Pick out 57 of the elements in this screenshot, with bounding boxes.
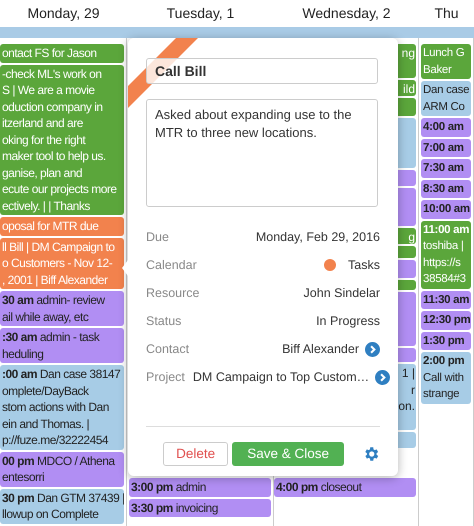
- event-block[interactable]: 12:30 pm: [421, 311, 471, 330]
- event-text: 1:30 pm: [423, 334, 464, 346]
- event-text: 8:30 am: [423, 182, 464, 194]
- event-text: ll Bill | DM Campaign to o Customers - Nov 12- , 2001 | Biff Alexander: [2, 240, 114, 286]
- event-block[interactable]: :30 am admin - task heduling: [0, 328, 124, 363]
- event-block[interactable]: 7:30 am: [421, 159, 471, 178]
- event-text: 4:00 am: [423, 121, 464, 133]
- event-text: 3:30 pm invoicing: [131, 500, 218, 514]
- field-label: Resource: [146, 284, 200, 302]
- field-value[interactable]: Biff Alexander: [282, 340, 359, 358]
- event-text: 1 | r on.: [398, 366, 415, 413]
- event-block[interactable]: 8:30 am: [421, 180, 471, 198]
- field-value: Tasks: [348, 256, 380, 274]
- event-block[interactable]: 00 pm MDCO / Athena entesorri: [0, 452, 124, 486]
- field-value[interactable]: DM Campaign to Top Custom…: [192, 368, 370, 386]
- event-block[interactable]: 1:30 pm: [421, 332, 471, 350]
- day-header: Thu: [434, 4, 459, 23]
- field-value: Monday, Feb 29, 2016: [256, 228, 380, 246]
- event-text: ontact FS for Jason: [2, 46, 97, 60]
- event-block[interactable]: 3:30 pm invoicing: [129, 498, 271, 517]
- notes-field[interactable]: Asked about expanding use to the MTR to three new locations.: [146, 99, 378, 207]
- event-text: 4:00 pm closeout: [276, 480, 362, 494]
- field-label: Status: [146, 312, 182, 330]
- event-text: 12:30 pm: [423, 314, 470, 326]
- event-text: 10:00 am: [423, 203, 470, 215]
- day-header: Tuesday, 1: [166, 4, 234, 23]
- event-text: 7:30 am: [423, 162, 464, 174]
- event-text: 00 pm MDCO / Athena entesorri: [2, 454, 115, 484]
- event-text: oposal for MTR due: [2, 219, 98, 233]
- field-label: Project: [146, 368, 185, 386]
- field-label: Due: [146, 228, 169, 246]
- event-block[interactable]: 11:30 am: [421, 290, 471, 309]
- event-text: 2:00 pm Call with strange: [423, 355, 464, 400]
- event-block[interactable]: 7:00 am: [421, 138, 471, 157]
- field-label: Contact: [146, 340, 190, 358]
- event-text: :30 am admin - task heduling: [2, 330, 100, 360]
- chevron-right-icon[interactable]: [375, 370, 390, 384]
- event-block[interactable]: 2:00 pm Call with strange: [421, 352, 471, 404]
- chevron-right-icon[interactable]: [365, 342, 380, 356]
- delete-button[interactable]: Delete: [163, 442, 228, 466]
- event-text: Lunch G Baker: [423, 47, 464, 76]
- day-header: Wednesday, 2: [302, 4, 391, 23]
- event-text: 3:00 pm admin: [131, 480, 206, 494]
- event-text: 7:00 am: [423, 142, 464, 154]
- event-text: ild: [402, 82, 415, 96]
- event-text: g: [408, 230, 415, 244]
- event-text: ng: [402, 46, 415, 60]
- title-field[interactable]: Call Bill: [146, 58, 378, 84]
- event-block[interactable]: 4:00 pm closeout: [274, 478, 416, 496]
- event-block[interactable]: 4:00 am: [421, 118, 471, 136]
- event-block[interactable]: 3:00 pm admin: [129, 478, 271, 496]
- day-header: Monday, 29: [27, 4, 100, 23]
- event-text: 11:30 am: [423, 294, 470, 306]
- field-value: In Progress: [316, 312, 380, 330]
- field-value: John Sindelar: [304, 284, 380, 302]
- event-block[interactable]: 10:00 am: [421, 200, 471, 218]
- field-label: Calendar: [146, 256, 197, 274]
